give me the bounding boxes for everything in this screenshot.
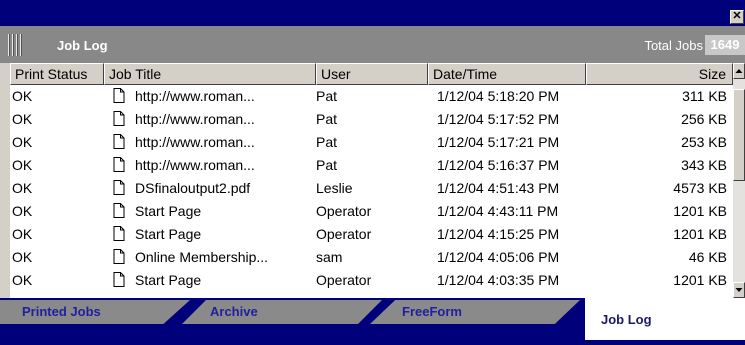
job-title-cell: Start Page xyxy=(135,272,202,288)
print-status-cell: OK xyxy=(12,272,33,288)
datetime-cell: 1/12/04 5:18:20 PM xyxy=(437,88,560,104)
vertical-scrollbar[interactable] xyxy=(733,63,745,298)
job-title-cell: Online Membership... xyxy=(135,249,269,265)
print-status-cell: OK xyxy=(12,249,33,265)
user-cell: Pat xyxy=(316,88,338,104)
size-cell: 46 KB xyxy=(688,249,727,265)
arrow-up-icon xyxy=(735,69,743,73)
title-bar: ✕ xyxy=(0,0,745,26)
print-status-cell: OK xyxy=(12,226,33,242)
datetime-cell: 1/12/04 4:03:35 PM xyxy=(437,272,560,288)
column-header-print-status[interactable]: Print Status xyxy=(10,63,104,85)
table-row[interactable]: OK Online Membership... sam 1/12/04 4:05… xyxy=(10,246,733,269)
print-status-cell: OK xyxy=(12,134,33,150)
size-cell: 1201 KB xyxy=(673,272,727,288)
print-status-cell: OK xyxy=(12,88,33,104)
datetime-cell: 1/12/04 4:15:25 PM xyxy=(437,226,560,242)
document-icon xyxy=(113,134,125,149)
job-log-window: ✕ Job Log Total Jobs 1649 Print Status J… xyxy=(0,0,745,345)
table-row[interactable]: OK http://www.roman... Pat 1/12/04 5:17:… xyxy=(10,108,733,131)
scroll-thumb[interactable] xyxy=(733,89,745,181)
datetime-cell: 1/12/04 5:17:21 PM xyxy=(437,134,560,150)
job-log-list: OK http://www.roman... Pat 1/12/04 5:18:… xyxy=(10,85,733,298)
user-cell: Pat xyxy=(316,111,338,127)
print-status-cell: OK xyxy=(12,157,33,173)
document-icon xyxy=(113,249,125,264)
size-cell: 311 KB xyxy=(682,88,727,104)
column-header-job-title[interactable]: Job Title xyxy=(104,63,316,85)
size-cell: 253 KB xyxy=(681,134,727,150)
panel-title: Job Log xyxy=(57,38,108,53)
job-title-cell: http://www.roman... xyxy=(135,88,255,104)
size-cell: 343 KB xyxy=(681,157,727,173)
job-title-cell: http://www.roman... xyxy=(135,111,255,127)
size-cell: 4573 KB xyxy=(673,180,727,196)
document-icon xyxy=(113,226,125,241)
arrow-down-icon xyxy=(735,288,743,292)
user-cell: Pat xyxy=(316,134,338,150)
size-cell: 1201 KB xyxy=(673,226,727,242)
job-title-cell: http://www.roman... xyxy=(135,157,255,173)
table-row[interactable]: OK Start Page Operator 1/12/04 4:15:25 P… xyxy=(10,223,733,246)
table-row[interactable]: OK http://www.roman... Pat 1/12/04 5:17:… xyxy=(10,131,733,154)
datetime-cell: 1/12/04 4:05:06 PM xyxy=(437,249,560,265)
user-cell: Operator xyxy=(316,272,372,288)
table-row[interactable]: OK Start Page Operator 1/12/04 4:03:35 P… xyxy=(10,269,733,292)
column-header-size[interactable]: Size xyxy=(586,63,733,85)
job-title-cell: DSfinaloutput2.pdf xyxy=(135,180,251,196)
scroll-up-button[interactable] xyxy=(733,63,745,79)
user-cell: Leslie xyxy=(316,180,353,196)
print-status-cell: OK xyxy=(12,180,33,196)
user-cell: Pat xyxy=(316,157,338,173)
job-title-cell: Start Page xyxy=(135,203,202,219)
total-jobs-label: Total Jobs xyxy=(644,38,703,53)
tab-archive[interactable]: Archive xyxy=(182,300,382,324)
user-cell: Operator xyxy=(316,226,372,242)
table-row[interactable]: OK http://www.roman... Pat 1/12/04 5:18:… xyxy=(10,85,733,108)
datetime-cell: 1/12/04 5:16:37 PM xyxy=(437,157,560,173)
total-jobs-count: 1649 xyxy=(705,35,745,55)
document-icon xyxy=(113,111,125,126)
tab-bar: Printed Jobs Archive FreeForm Job Log xyxy=(0,298,745,345)
tab-job-log[interactable]: Job Log xyxy=(585,298,745,340)
document-icon xyxy=(113,157,125,172)
document-icon xyxy=(113,88,125,103)
user-cell: Operator xyxy=(316,203,372,219)
table-row[interactable]: OK http://www.roman... Pat 1/12/04 5:16:… xyxy=(10,154,733,177)
document-icon xyxy=(113,180,125,195)
datetime-cell: 1/12/04 4:51:43 PM xyxy=(437,180,560,196)
job-log-header: Job Log Total Jobs 1649 xyxy=(0,26,745,63)
close-icon: ✕ xyxy=(732,10,742,22)
close-button[interactable]: ✕ xyxy=(730,10,744,24)
print-status-cell: OK xyxy=(12,111,33,127)
job-title-cell: http://www.roman... xyxy=(135,134,255,150)
user-cell: sam xyxy=(316,249,343,265)
tab-freeform[interactable]: FreeForm xyxy=(370,300,580,324)
column-header-datetime[interactable]: Date/Time xyxy=(428,63,586,85)
size-cell: 256 KB xyxy=(681,111,727,127)
datetime-cell: 1/12/04 4:43:11 PM xyxy=(437,203,559,219)
size-cell: 1201 KB xyxy=(673,203,727,219)
job-title-cell: Start Page xyxy=(135,226,202,242)
tab-printed-jobs[interactable]: Printed Jobs xyxy=(0,300,190,324)
column-headers: Print Status Job Title User Date/Time Si… xyxy=(10,63,745,85)
tab-archive-label: Archive xyxy=(210,304,258,319)
table-row[interactable]: OK DSfinaloutput2.pdf Leslie 1/12/04 4:5… xyxy=(10,177,733,200)
drag-grip-icon[interactable] xyxy=(8,34,22,56)
print-status-cell: OK xyxy=(12,203,33,219)
tab-printed-jobs-label: Printed Jobs xyxy=(22,304,101,319)
tab-freeform-label: FreeForm xyxy=(402,304,462,319)
document-icon xyxy=(113,272,125,287)
column-header-user[interactable]: User xyxy=(316,63,428,85)
document-icon xyxy=(113,203,125,218)
tab-job-log-label: Job Log xyxy=(601,312,652,327)
scroll-down-button[interactable] xyxy=(733,282,745,298)
datetime-cell: 1/12/04 5:17:52 PM xyxy=(437,111,560,127)
table-row[interactable]: OK Start Page Operator 1/12/04 4:43:11 P… xyxy=(10,200,733,223)
